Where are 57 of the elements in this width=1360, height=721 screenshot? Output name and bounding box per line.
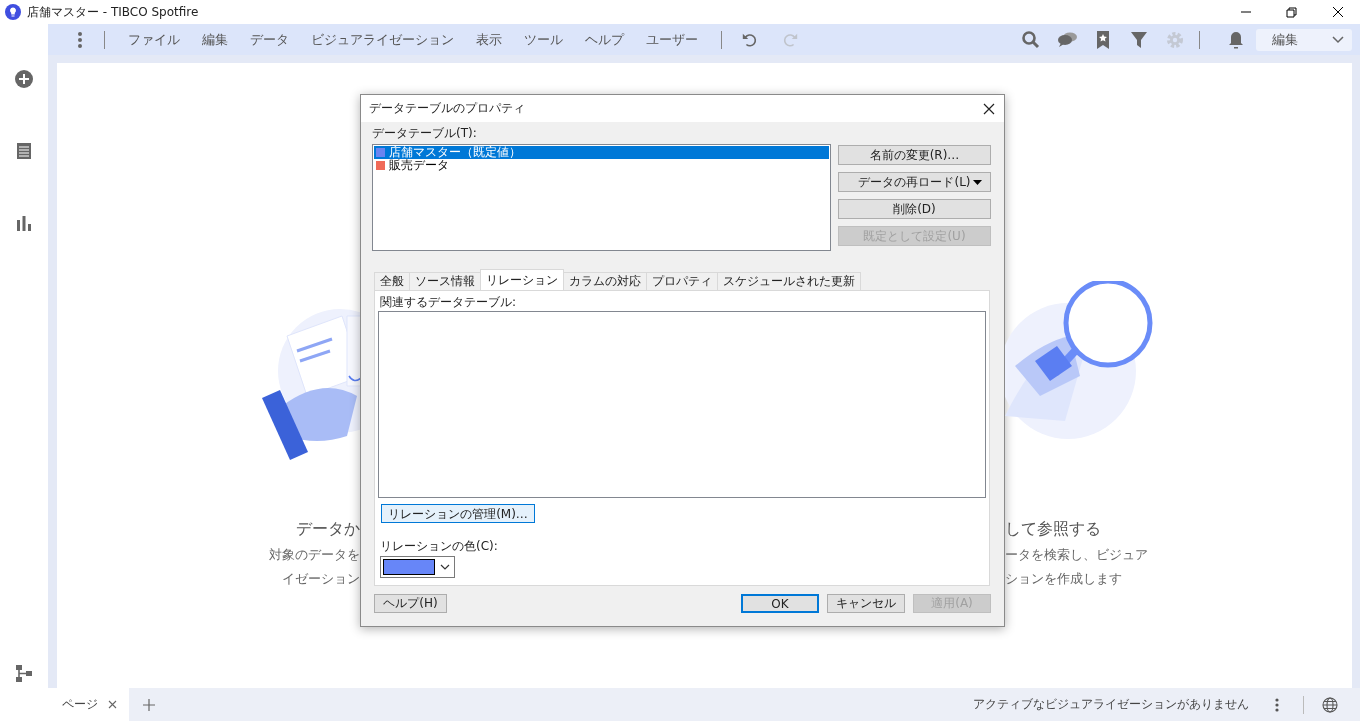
dialog-title: データテーブルのプロパティ — [369, 100, 525, 117]
menu-item[interactable]: ツール — [513, 30, 574, 49]
menu-item[interactable]: ファイル — [117, 30, 191, 49]
tab[interactable]: ソース情報 — [409, 272, 481, 290]
card-text: イゼーション — [282, 570, 360, 588]
add-icon[interactable] — [143, 698, 155, 711]
dialog-button[interactable]: データの再ロード(L) — [838, 172, 991, 192]
help-button[interactable]: ヘルプ(H) — [374, 594, 447, 613]
field-label: データテーブル(T): — [372, 126, 478, 140]
tab[interactable]: スケジュールされた更新 — [717, 272, 861, 290]
menu-item[interactable]: 表示 — [465, 30, 513, 49]
chevron-down-icon — [1332, 35, 1344, 44]
mode-dropdown[interactable]: 編集 — [1256, 28, 1352, 51]
card-heading: データか — [296, 519, 360, 540]
tab[interactable]: 全般 — [374, 272, 410, 290]
app-icon — [5, 4, 21, 20]
dialog-button[interactable]: OK — [741, 594, 819, 613]
chevron-down-icon — [440, 564, 450, 570]
list-icon[interactable] — [14, 141, 34, 161]
globe-icon[interactable] — [1322, 696, 1338, 713]
field-label: 関連するデータテーブル: — [380, 295, 518, 309]
list-item-label: 店舗マスター（既定値） — [389, 144, 521, 159]
manage-relations-button[interactable]: リレーションの管理(M)… — [381, 504, 535, 523]
tab[interactable]: プロパティ — [646, 272, 718, 290]
filter-icon[interactable] — [1129, 29, 1149, 50]
card-heading: して参照する — [1005, 519, 1101, 540]
tab[interactable]: カラムの対応 — [563, 272, 647, 290]
close-icon[interactable] — [1331, 6, 1343, 18]
card-text: ションを作成します — [1005, 570, 1122, 588]
search-icon[interactable] — [1021, 29, 1041, 50]
color-dropdown[interactable] — [380, 556, 455, 578]
list-item[interactable]: 販売データ — [374, 159, 829, 172]
field-label: リレーションの色(C): — [380, 539, 499, 553]
page-tab[interactable]: ページ — [48, 688, 129, 721]
list-item-label: 販売データ — [389, 158, 449, 174]
card-text: 対象のデータを — [269, 546, 360, 564]
close-icon[interactable] — [983, 102, 995, 115]
menu-item[interactable]: データ — [239, 30, 300, 49]
list-item[interactable]: 店舗マスター（既定値） — [374, 146, 829, 159]
dialog-button[interactable]: キャンセル — [827, 594, 905, 613]
caret-icon — [973, 180, 982, 185]
window-title: 店舗マスター - TIBCO Spotfire — [27, 3, 200, 21]
tab[interactable]: リレーション — [480, 269, 564, 290]
dialog-button[interactable]: 削除(D) — [838, 199, 991, 219]
menu-item[interactable]: ヘルプ — [574, 30, 635, 49]
menu-item[interactable]: ビジュアライゼーション — [300, 30, 465, 49]
bar-chart-icon[interactable] — [14, 213, 34, 233]
menu-item[interactable]: ユーザー — [635, 30, 709, 49]
restore-icon[interactable] — [1285, 6, 1297, 18]
menu-item[interactable]: 編集 — [191, 30, 239, 49]
hierarchy-icon[interactable] — [14, 663, 34, 683]
card-text: ータを検索し、ビジュア — [1005, 546, 1148, 564]
add-icon[interactable] — [14, 69, 34, 89]
more-icon[interactable] — [78, 31, 82, 48]
status-message: アクティブなビジュアライゼーションがありません — [973, 696, 1249, 713]
dialog-button[interactable]: 名前の変更(R)… — [838, 145, 991, 165]
more-icon[interactable] — [1275, 697, 1279, 712]
